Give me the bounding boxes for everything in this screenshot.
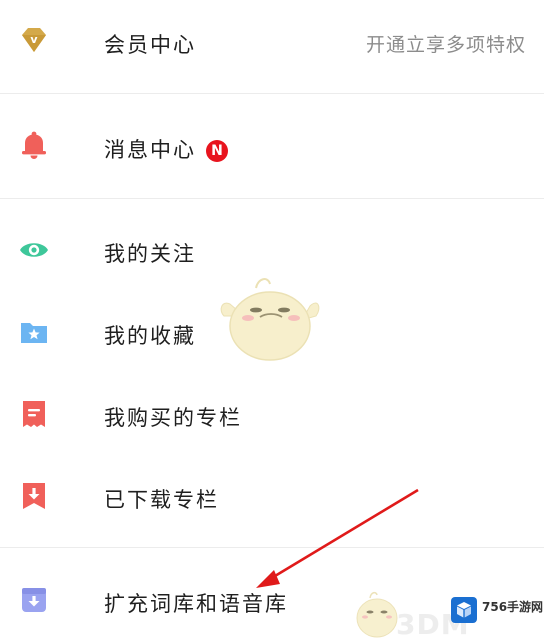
- annotation-arrow: [256, 488, 419, 588]
- site-watermark: 756手游网: [448, 594, 544, 624]
- cube-logo-icon: [451, 597, 477, 623]
- site-watermark-text: 756手游网: [482, 600, 544, 614]
